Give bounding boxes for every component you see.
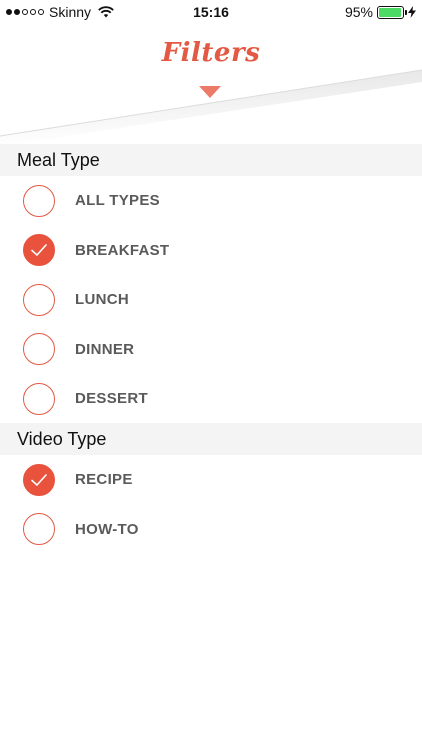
filter-option-label: LUNCH — [75, 291, 129, 308]
filter-option-how-to[interactable]: HOW-TO — [0, 505, 422, 554]
empty-circle-icon[interactable] — [23, 333, 55, 365]
checkmark-icon — [31, 244, 47, 256]
battery-icon — [377, 5, 407, 19]
battery-percent: 95% — [344, 4, 373, 20]
filter-option-lunch[interactable]: LUNCH — [0, 275, 422, 324]
filter-option-all-types[interactable]: ALL TYPES — [0, 176, 422, 225]
checked-circle-icon[interactable] — [23, 463, 55, 496]
checked-circle-icon[interactable] — [23, 234, 55, 266]
checkmark-icon — [31, 473, 47, 486]
section-header-meal-type: Meal Type — [0, 144, 422, 176]
filter-option-label: HOW-TO — [75, 520, 139, 538]
filter-option-dessert[interactable]: DESSERT — [0, 374, 422, 423]
filter-option-recipe[interactable]: RECIPE — [0, 455, 422, 504]
battery-fill — [379, 7, 401, 17]
status-bar: Skinny 15:16 95% — [0, 0, 422, 24]
status-right: 95% — [345, 4, 416, 20]
filter-option-label: ALL TYPES — [75, 192, 160, 209]
charging-bolt-icon — [408, 6, 416, 18]
filters-header: Filters — [0, 24, 422, 144]
filter-option-breakfast[interactable]: BREAKFAST — [0, 226, 422, 275]
empty-circle-icon[interactable] — [23, 382, 55, 415]
filter-option-label: DESSERT — [75, 390, 148, 407]
page-title: Filters — [161, 38, 261, 68]
filter-option-label: BREAKFAST — [75, 241, 170, 259]
empty-circle-icon[interactable] — [23, 283, 55, 316]
empty-circle-icon[interactable] — [23, 184, 55, 217]
collapse-caret-icon[interactable] — [199, 86, 221, 98]
filter-option-label: RECIPE — [75, 471, 133, 488]
filter-option-dinner[interactable]: DINNER — [0, 325, 422, 374]
section-header-video-type: Video Type — [0, 423, 422, 455]
filter-option-label: DINNER — [75, 340, 135, 358]
empty-circle-icon[interactable] — [23, 513, 55, 545]
